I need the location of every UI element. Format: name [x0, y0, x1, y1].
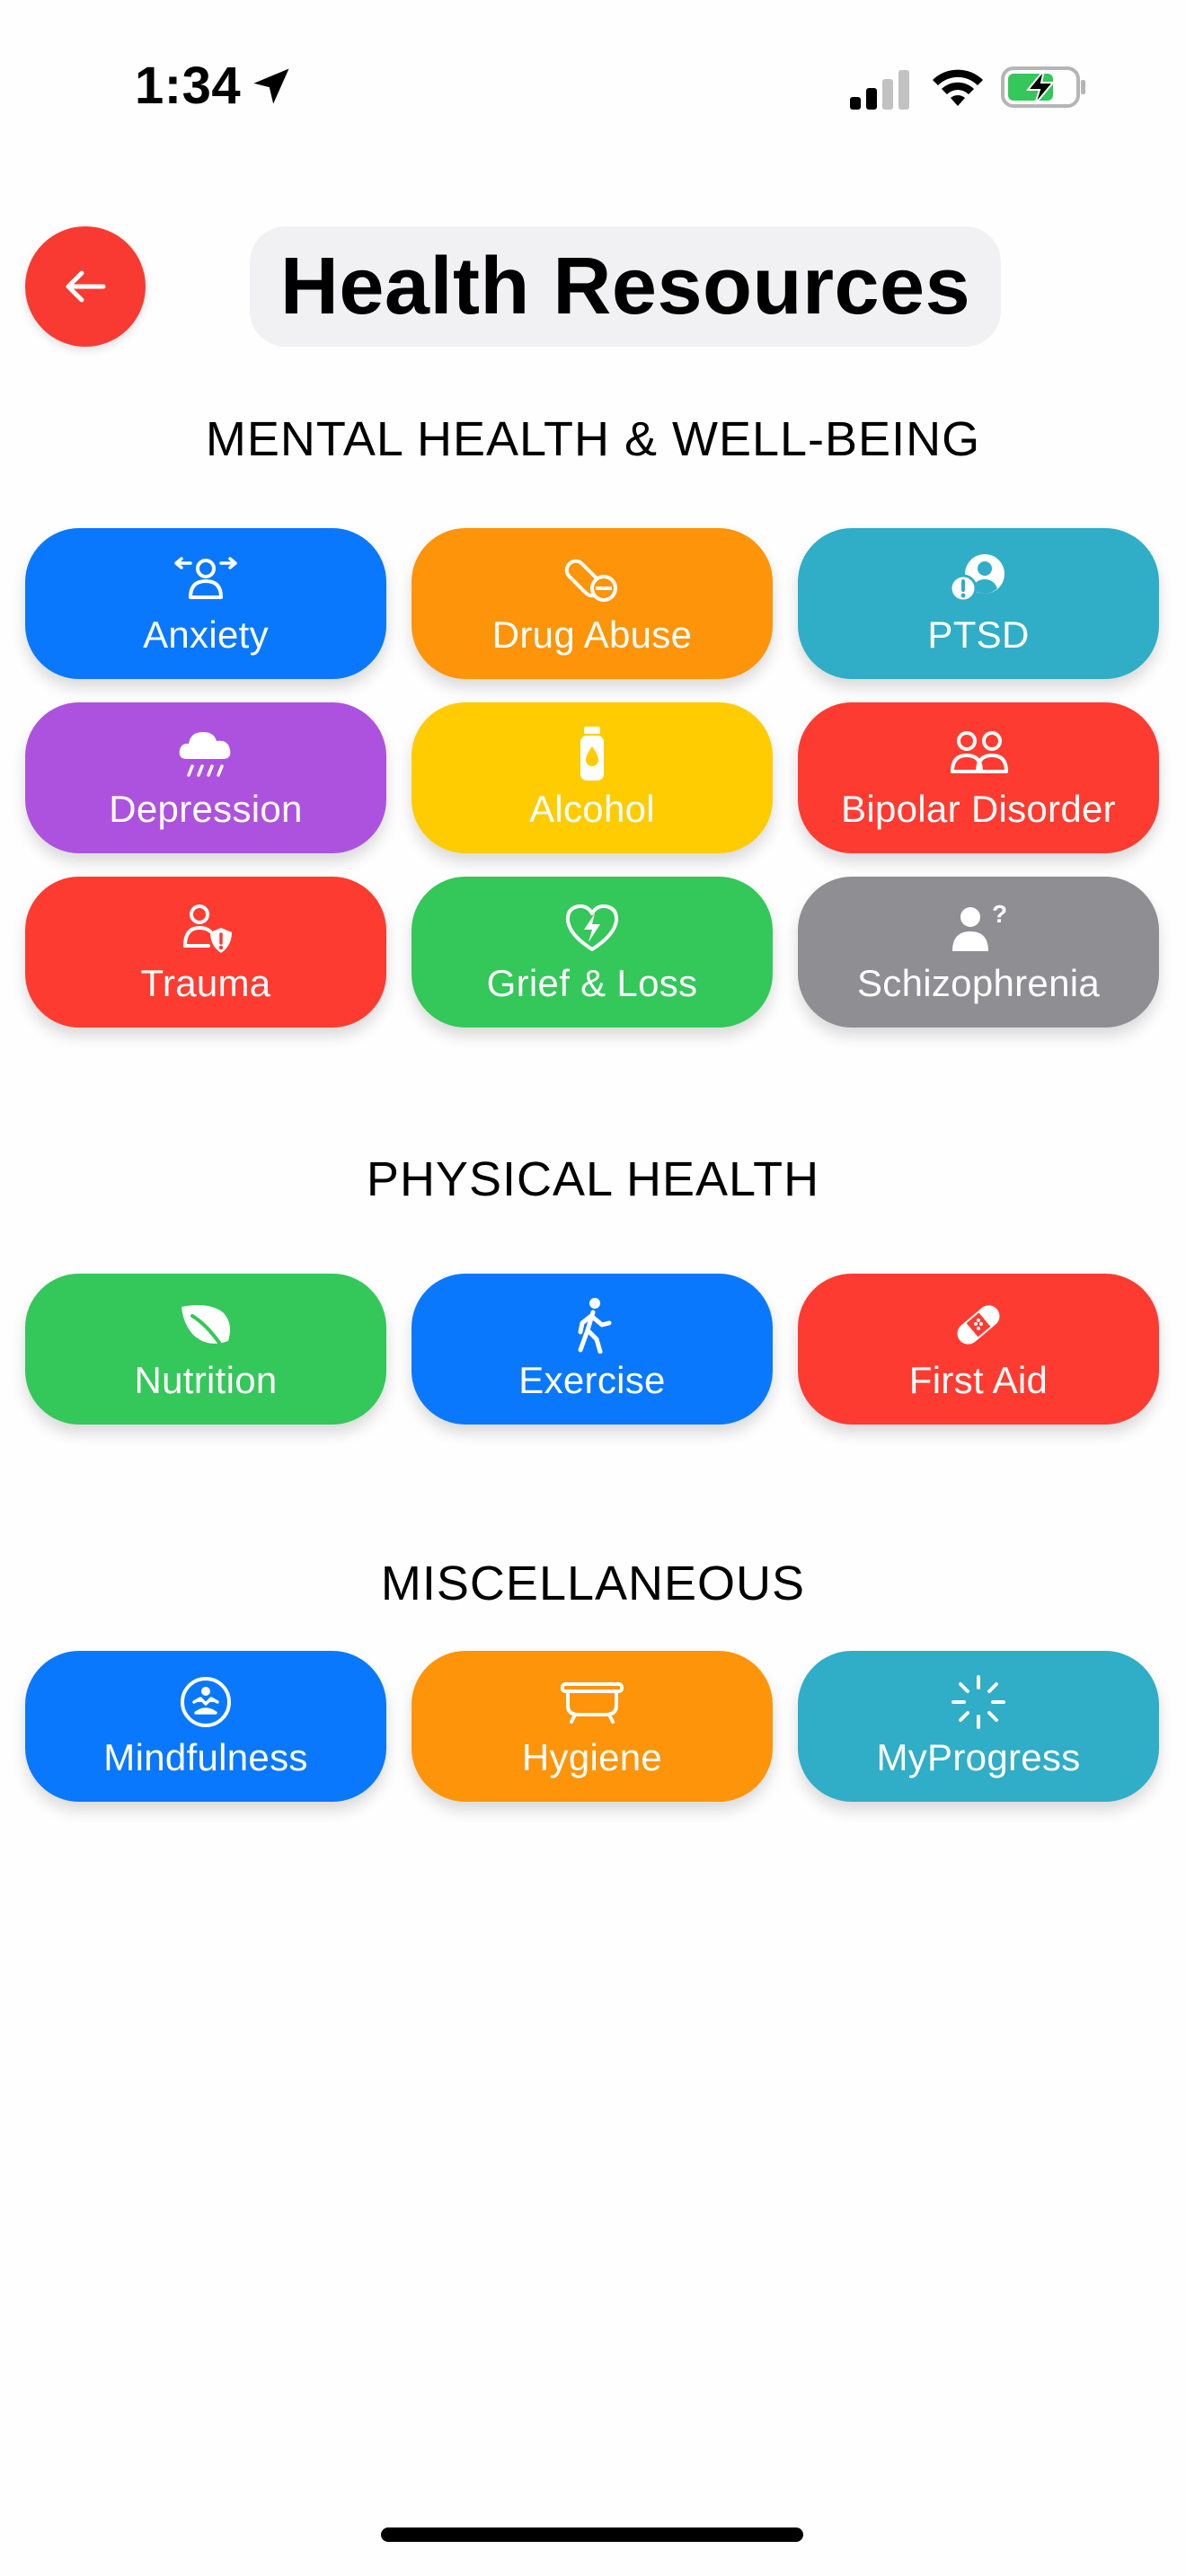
status-time: 1:34 [135, 57, 242, 115]
myprogress-button[interactable]: MyProgress [798, 1651, 1159, 1802]
tile-row: Trauma Grief & Loss ? Schizophrenia [25, 877, 1159, 1028]
tile-label: Nutrition [134, 1359, 278, 1401]
progress-spinner-icon [951, 1675, 1005, 1729]
arrow-left-icon [66, 270, 106, 303]
anxiety-button[interactable]: Anxiety [25, 528, 386, 679]
schizophrenia-button[interactable]: ? Schizophrenia [798, 877, 1159, 1028]
tile-row: Nutrition Exercise First Aid [25, 1274, 1159, 1425]
wifi-icon [933, 69, 983, 106]
mindfulness-button[interactable]: Mindfulness [25, 1651, 386, 1802]
section-heading-mental-health: MENTAL HEALTH & WELL-BEING [205, 412, 981, 466]
person-alert-icon [949, 554, 1005, 603]
tile-label: Alcohol [529, 788, 655, 830]
cellular-signal-icon [850, 70, 909, 110]
leaf-icon [181, 1305, 230, 1345]
drug-abuse-button[interactable]: Drug Abuse [412, 528, 773, 679]
tile-label: Grief & Loss [486, 962, 698, 1004]
bipolar-disorder-button[interactable]: Bipolar Disorder [798, 702, 1159, 853]
nutrition-button[interactable]: Nutrition [25, 1274, 386, 1425]
tile-label: PTSD [927, 613, 1030, 656]
trauma-button[interactable]: Trauma [25, 877, 386, 1028]
meditation-icon [181, 1677, 231, 1727]
cloud-rain-icon [179, 732, 231, 777]
bandage-icon [957, 1305, 1000, 1345]
home-indicator[interactable] [381, 2527, 803, 2542]
tile-row: Depression Alcohol Bipolar Disorder [25, 702, 1159, 853]
ptsd-button[interactable]: PTSD [798, 528, 1159, 679]
tile-label: Hygiene [521, 1736, 663, 1778]
tile-label: Depression [109, 788, 303, 830]
tile-row: Mindfulness Hygiene MyProgress [25, 1651, 1159, 1802]
two-people-icon [951, 731, 1008, 773]
first-aid-button[interactable]: First Aid [798, 1274, 1159, 1425]
person-shield-icon [183, 904, 232, 953]
walking-person-icon [578, 1298, 612, 1354]
bathtub-icon [561, 1682, 624, 1724]
person-arrows-icon [174, 557, 237, 599]
tile-label: MyProgress [876, 1736, 1081, 1778]
tile-label: Anxiety [143, 613, 269, 656]
location-arrow-icon [253, 68, 289, 104]
battery-charging-icon [1001, 66, 1085, 108]
pills-icon [564, 559, 617, 602]
alcohol-button[interactable]: Alcohol [412, 702, 773, 853]
grief-loss-button[interactable]: Grief & Loss [412, 877, 773, 1028]
section-heading-miscellaneous: MISCELLANEOUS [380, 1557, 806, 1610]
status-bar: 1:34 [0, 0, 1186, 171]
bottle-icon [580, 727, 604, 781]
exercise-button[interactable]: Exercise [412, 1274, 773, 1425]
page-title: Health Resources [279, 241, 971, 331]
tile-label: Bipolar Disorder [841, 788, 1116, 830]
tile-label: Mindfulness [103, 1736, 308, 1778]
depression-button[interactable]: Depression [25, 702, 386, 853]
hygiene-button[interactable]: Hygiene [412, 1651, 773, 1802]
tile-label: Trauma [140, 962, 271, 1004]
svg-text:?: ? [992, 900, 1007, 928]
tile-row: Anxiety Drug Abuse PTSD [25, 528, 1159, 679]
tile-label: Exercise [518, 1359, 666, 1401]
title-container: Health Resources [250, 226, 1001, 347]
person-question-icon: ? [952, 900, 1007, 951]
section-heading-physical-health: PHYSICAL HEALTH [366, 1152, 820, 1206]
tile-label: Drug Abuse [491, 613, 693, 656]
heart-bolt-icon [565, 904, 619, 951]
tile-label: First Aid [908, 1359, 1049, 1401]
health-resources-screen: 1:34 Health Resources MENTAL HEALTH & WE… [0, 0, 1186, 2576]
tile-label: Schizophrenia [856, 962, 1101, 1004]
back-button[interactable] [25, 226, 146, 347]
